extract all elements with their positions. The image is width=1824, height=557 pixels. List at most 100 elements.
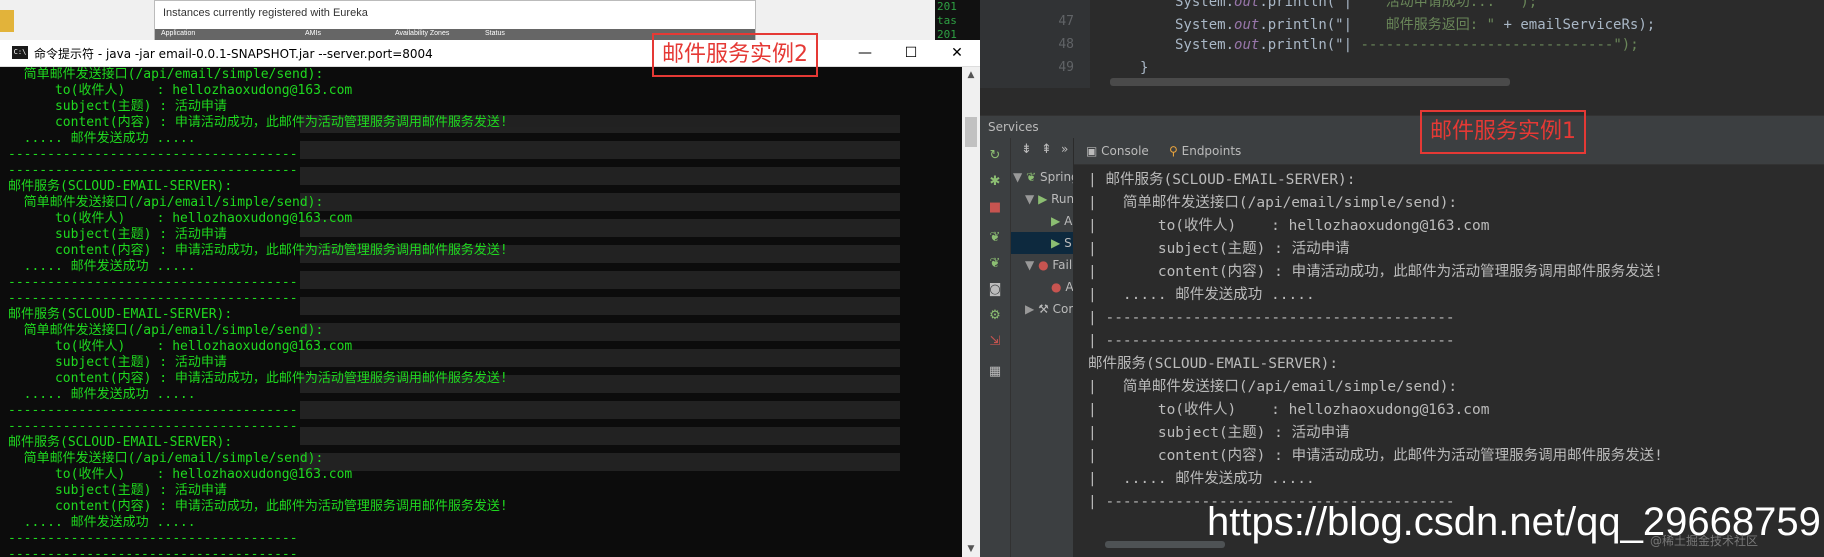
cmd-output-line: ------------------------------------- [8, 275, 298, 290]
cmd-output-line: to(收件人) : hellozhaoxudong@163.com [8, 211, 353, 226]
error-icon: ● [1051, 280, 1062, 294]
collapse-all-icon[interactable]: ⇞ [1041, 142, 1052, 157]
eureka-col-amis: AMIs [305, 30, 321, 37]
console-output-text: | 邮件服务(SCLOUD-EMAIL-SERVER): | 简单邮件发送接口(/… [1088, 169, 1663, 514]
cmd-output-line: 简单邮件发送接口(/api/email/simple/send): [8, 195, 324, 210]
run-icon: ▶ [1038, 192, 1048, 206]
cmd-output-line: ------------------------------------- [8, 531, 298, 546]
tree-node-spring[interactable]: ▼ ❦ Spring [1011, 166, 1073, 188]
code-line: System.out.println("| ------------------… [1175, 37, 1639, 53]
tree-node-label: A [1065, 280, 1074, 294]
tab-console[interactable]: ▣ Console [1086, 138, 1149, 164]
cmd-output-line: subject(主题) : 活动申请 [8, 483, 227, 498]
run-icon: ▶ [1051, 236, 1061, 250]
cmd-output-line: ..... 邮件发送成功 ..... [8, 515, 196, 530]
maximize-button[interactable]: ☐ [888, 40, 934, 66]
console-output-area[interactable]: | 邮件服务(SCLOUD-EMAIL-SERVER): | 简单邮件发送接口(/… [1074, 165, 1824, 535]
cmd-output-line: content(内容) : 申请活动成功，此邮件为活动管理服务调用邮件服务发送! [8, 115, 508, 130]
expand-all-icon[interactable]: ⇟ [1021, 142, 1032, 157]
cmd-output-line: content(内容) : 申请活动成功，此邮件为活动管理服务调用邮件服务发送! [8, 499, 508, 514]
console-output-line: | to(收件人) : hellozhaoxudong@163.com [1088, 402, 1490, 418]
exit-icon[interactable]: ⇲ [987, 334, 1003, 350]
tree-node-app-selected[interactable]: ▶ S [1011, 232, 1073, 254]
more-icon[interactable]: » [1061, 142, 1068, 156]
terminal-fragment-line: 201 [937, 28, 957, 40]
console-output-line: | content(内容) : 申请活动成功，此邮件为活动管理服务调用邮件服务发… [1088, 448, 1663, 464]
eureka-col-application: Application [161, 30, 196, 37]
cmd-output-line: ..... 邮件发送成功 ..... [8, 131, 196, 146]
cmd-output-line: subject(主题) : 活动申请 [8, 99, 227, 114]
cmd-output-line: subject(主题) : 活动申请 [8, 355, 227, 370]
tree-node-label: Faile [1052, 258, 1073, 272]
cmd-output-line: content(内容) : 申请活动成功，此邮件为活动管理服务调用邮件服务发送! [8, 243, 508, 258]
tree-node-label: S [1064, 236, 1072, 250]
cmd-titlebar[interactable]: C:\ 命令提示符 - java -jar email-0.0.1-SNAPSH… [0, 40, 980, 67]
tree-toolbar: ⇟ ⇞ » [1011, 138, 1073, 164]
cmd-output-line: ------------------------------------- [8, 403, 298, 418]
tab-label: Endpoints [1181, 144, 1242, 158]
tree-node-configured[interactable]: ▶ ⚒ Con [1011, 298, 1073, 320]
spring-run-icon[interactable]: ❦ [987, 230, 1003, 246]
cmd-output-line: 简单邮件发送接口(/api/email/simple/send): [8, 67, 324, 82]
debug-icon[interactable]: ✱ [987, 174, 1003, 190]
error-icon: ● [1038, 258, 1049, 272]
code-line: System.out.println("| 活动申请成功... "); [1175, 0, 1538, 10]
terminal-fragment-line: tas [937, 14, 957, 27]
cmd-output-line: to(收件人) : hellozhaoxudong@163.com [8, 467, 353, 482]
cmd-window-title: 命令提示符 - java -jar email-0.0.1-SNAPSHOT.j… [34, 47, 433, 61]
console-output-line: | to(收件人) : hellozhaoxudong@163.com [1088, 218, 1490, 234]
console-output-line: | 简单邮件发送接口(/api/email/simple/send): [1088, 379, 1458, 395]
ide-window: 47 48 49 System.out.println("| 活动申请成功...… [980, 0, 1824, 557]
console-icon: ▣ [1086, 144, 1098, 158]
console-output-line: | --------------------------------------… [1088, 310, 1455, 326]
rerun-icon[interactable]: ↻ [987, 148, 1003, 164]
annotation-instance-1: 邮件服务实例1 [1420, 110, 1586, 154]
console-output-line: | subject(主题) : 活动申请 [1088, 241, 1350, 257]
tree-node-app[interactable]: ▶ A [1011, 210, 1073, 232]
cmd-output-line: to(收件人) : hellozhaoxudong@163.com [8, 339, 353, 354]
tree-node-failed[interactable]: ▼ ● Faile [1011, 254, 1073, 276]
close-button[interactable]: ✕ [934, 40, 980, 66]
expand-arrow-icon: ▼ [1025, 258, 1035, 272]
camera-icon[interactable]: ◙ [987, 282, 1003, 298]
cmd-output-line: ------------------------------------- [8, 419, 298, 434]
tab-endpoints[interactable]: ⚲ Endpoints [1169, 138, 1241, 164]
scroll-up-arrow-icon[interactable]: ▲ [962, 67, 980, 83]
cmd-output-area[interactable]: 简单邮件发送接口(/api/email/simple/send): to(收件人… [0, 67, 962, 557]
line-number: 49 [1058, 60, 1074, 75]
expand-arrow-icon: ▶ [1025, 302, 1035, 316]
spring-icon: ❦ [1026, 170, 1037, 184]
scroll-thumb[interactable] [965, 117, 977, 147]
spring-debug-icon[interactable]: ❦ [987, 256, 1003, 272]
code-line: } [1140, 60, 1149, 76]
background-terminal-fragment: 201 tas 201 [935, 0, 980, 40]
console-output-line: | 邮件服务(SCLOUD-EMAIL-SERVER): [1088, 172, 1356, 188]
console-output-line: 邮件服务(SCLOUD-EMAIL-SERVER): [1088, 356, 1339, 372]
expand-arrow-icon: ▼ [1025, 192, 1035, 206]
editor-horizontal-scrollbar[interactable] [1110, 78, 1510, 86]
cmd-output-line: subject(主题) : 活动申请 [8, 227, 227, 242]
cmd-output-line: 邮件服务(SCLOUD-EMAIL-SERVER): [8, 307, 233, 322]
scroll-down-arrow-icon[interactable]: ▼ [962, 541, 980, 557]
cmd-output-line: ------------------------------------- [8, 291, 298, 306]
layout-icon[interactable]: ▦ [987, 364, 1003, 380]
lock-icon [0, 10, 14, 32]
console-output-line: | ..... 邮件发送成功 ..... [1088, 471, 1315, 487]
cmd-output-line: ..... 邮件发送成功 ..... [8, 259, 196, 274]
console-output-line: | subject(主题) : 活动申请 [1088, 425, 1350, 441]
terminal-fragment-line: 201 [937, 0, 957, 13]
code-editor[interactable]: 47 48 49 System.out.println("| 活动申请成功...… [980, 0, 1824, 88]
cmd-scrollbar[interactable]: ▲ ▼ [962, 67, 980, 557]
tree-node-failed-app[interactable]: ● A [1011, 276, 1073, 298]
deploy-icon[interactable]: ⚙ [987, 308, 1003, 324]
stop-icon[interactable]: ■ [987, 200, 1003, 216]
cmd-output-line: 简单邮件发送接口(/api/email/simple/send): [8, 451, 324, 466]
eureka-col-status: Status [485, 30, 505, 37]
watermark-small: @稀土掘金技术社区 [1650, 534, 1759, 548]
console-output-line: | 简单邮件发送接口(/api/email/simple/send): [1088, 195, 1458, 211]
minimize-button[interactable]: — [842, 40, 888, 66]
cmd-output-line: ..... 邮件发送成功 ..... [8, 387, 196, 402]
code-line: System.out.println("| 邮件服务返回: " + emailS… [1175, 17, 1656, 33]
tree-node-running[interactable]: ▼ ▶ Run [1011, 188, 1073, 210]
tree-node-label: A [1064, 214, 1073, 228]
